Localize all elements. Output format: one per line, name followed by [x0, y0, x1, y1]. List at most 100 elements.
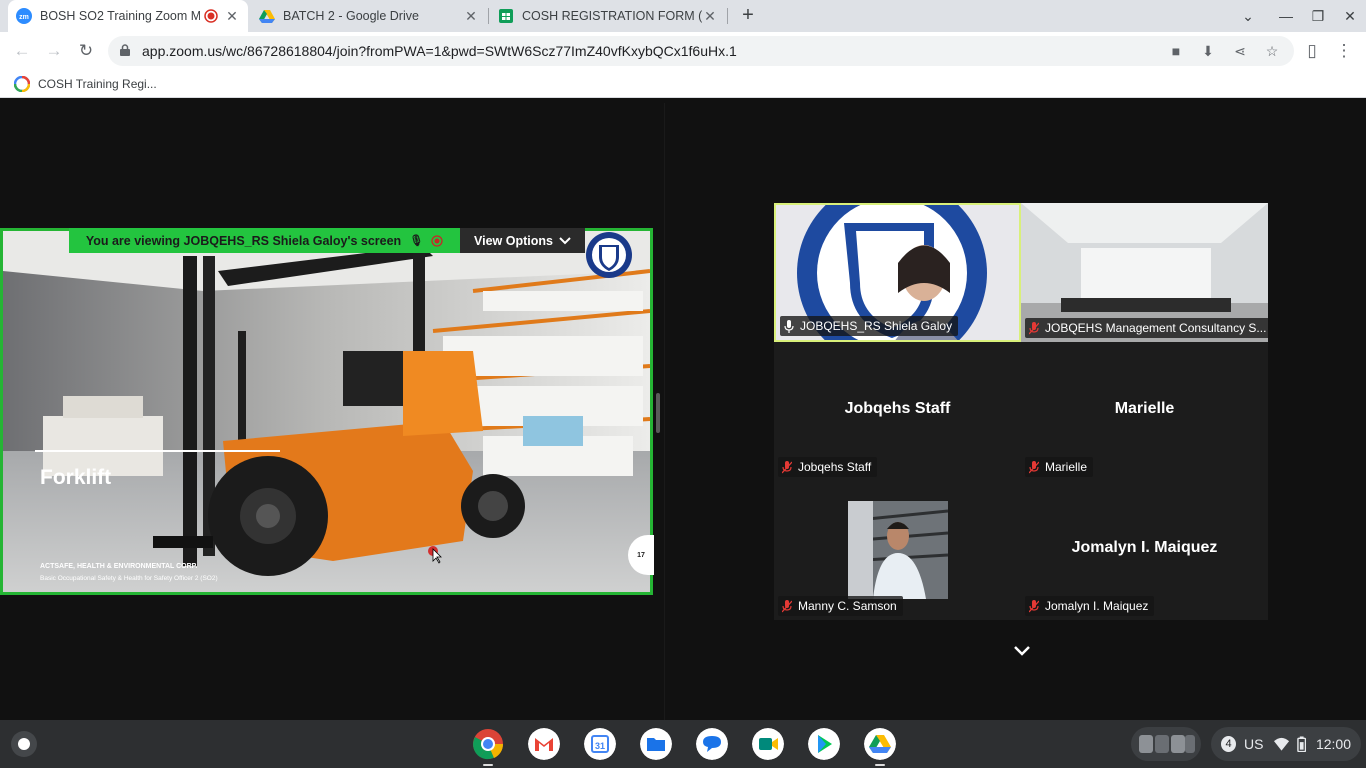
address-bar[interactable]: app.zoom.us/wc/86728618804/join?fromPWA=… — [108, 36, 1294, 66]
chrome-icon[interactable] — [472, 728, 504, 760]
slide-course: Basic Occupational Safety & Health for S… — [40, 575, 218, 582]
tab-title: COSH REGISTRATION FORM (Res — [522, 9, 702, 23]
participant-video — [848, 501, 948, 599]
clock: 12:00 — [1315, 736, 1351, 752]
share-icon[interactable]: ⋖ — [1232, 43, 1248, 59]
chevron-down-icon — [559, 236, 571, 244]
zoom-icon: zm — [16, 8, 32, 24]
lock-icon — [120, 44, 130, 56]
google-forms-icon — [14, 76, 30, 92]
running-indicator — [875, 764, 885, 766]
close-tab-icon[interactable]: ✕ — [463, 8, 479, 25]
status-tray[interactable]: 4 US 12:00 — [1211, 727, 1361, 761]
chevron-down-icon[interactable] — [1012, 641, 1032, 661]
new-tab-button[interactable]: + — [738, 5, 758, 25]
tab-zoom[interactable]: zm BOSH SO2 Training Zoom M ✕ — [8, 0, 248, 32]
pane-resize-handle[interactable] — [656, 393, 660, 433]
participant-tile[interactable]: Marielle Marielle — [1021, 342, 1268, 481]
tab-title: BATCH 2 - Google Drive — [283, 9, 419, 23]
back-icon[interactable]: ← — [12, 41, 32, 61]
wifi-icon — [1273, 737, 1289, 751]
recording-indicator-icon — [431, 234, 443, 247]
launcher-icon[interactable] — [11, 731, 37, 757]
restore-icon[interactable]: ❐ — [1308, 6, 1328, 26]
google-drive-icon — [259, 10, 275, 23]
tab-strip: zm BOSH SO2 Training Zoom M ✕ BATCH 2 - … — [0, 0, 1366, 32]
close-tab-icon[interactable]: ✕ — [702, 8, 718, 25]
files-icon[interactable] — [640, 728, 672, 760]
mouse-cursor-icon — [428, 546, 442, 564]
participant-name-label: Manny C. Samson — [778, 596, 903, 616]
recording-icon — [204, 9, 218, 23]
tab-search-icon[interactable]: ⌄ — [1238, 6, 1258, 26]
camera-icon[interactable]: ■ — [1168, 43, 1184, 59]
company-seal-logo — [586, 232, 632, 278]
tab-drive[interactable]: BATCH 2 - Google Drive ✕ — [251, 0, 487, 32]
tab-separator — [727, 8, 728, 24]
holding-space-tray[interactable] — [1131, 727, 1201, 761]
forward-icon[interactable]: → — [44, 41, 64, 61]
participant-name: Marielle — [1045, 460, 1088, 474]
minimize-icon[interactable]: — — [1276, 6, 1296, 26]
participant-tile[interactable]: Manny C. Samson — [774, 481, 1021, 620]
bookmarks-bar: COSH Training Regi... — [0, 70, 1366, 98]
close-tab-icon[interactable]: ✕ — [224, 8, 240, 25]
participant-name: JOBQEHS_RS Shiela Galoy — [800, 319, 953, 333]
muted-mic-icon — [1029, 599, 1039, 612]
participant-display-name: Jobqehs Staff — [844, 400, 951, 417]
viewing-banner-text: You are viewing JOBQEHS_RS Shiela Galoy'… — [85, 233, 402, 248]
tab-registration-form[interactable]: COSH REGISTRATION FORM (Res ✕ — [490, 0, 726, 32]
holding-space-thumbnails — [1139, 735, 1195, 753]
slide-title: Forklift — [40, 466, 112, 489]
participant-name-label: Jomalyn I. Maiquez — [1025, 596, 1155, 616]
google-meet-icon[interactable] — [752, 728, 784, 760]
browser-toolbar: ← → ↻ app.zoom.us/wc/86728618804/join?fr… — [0, 32, 1366, 70]
menu-icon[interactable]: ⋮ — [1334, 41, 1354, 61]
speaking-mic-icon — [784, 319, 794, 333]
muted-mic-icon — [1029, 321, 1039, 334]
participant-tile[interactable]: JOBQEHS Management Consultancy S... — [1021, 203, 1268, 342]
slide-company: ACTSAFE, HEALTH & ENVIRONMENTAL CORP. — [40, 563, 198, 570]
tab-title: BOSH SO2 Training Zoom M — [40, 9, 200, 23]
viewing-screen-banner: You are viewing JOBQEHS_RS Shiela Galoy'… — [69, 228, 460, 253]
google-drive-icon[interactable] — [864, 728, 896, 760]
shared-screen-pane: Forklift ACTSAFE, HEALTH & ENVIRONMENTAL… — [0, 103, 664, 720]
tab-separator — [488, 8, 489, 24]
participant-name-label: JOBQEHS Management Consultancy S... — [1025, 318, 1268, 338]
shared-screen — [0, 228, 653, 595]
zoom-meeting: Forklift ACTSAFE, HEALTH & ENVIRONMENTAL… — [0, 103, 1366, 720]
participant-name: Jomalyn I. Maiquez — [1045, 599, 1149, 613]
participant-tile[interactable]: JOBQEHS_RS Shiela Galoy — [774, 203, 1021, 342]
google-sheets-icon — [499, 9, 513, 23]
side-panel-icon[interactable]: ▯ — [1302, 41, 1322, 61]
gallery-pane: JOBQEHS_RS Shiela Galoy JOBQEHS Manageme… — [665, 103, 1366, 720]
participant-gallery: JOBQEHS_RS Shiela Galoy JOBQEHS Manageme… — [774, 203, 1268, 620]
participant-display-name: Marielle — [1114, 400, 1175, 417]
participant-display-name: Jomalyn I. Maiquez — [1071, 539, 1218, 556]
svg-text:31: 31 — [595, 741, 605, 751]
participant-name-label: JOBQEHS_RS Shiela Galoy — [780, 316, 959, 336]
view-options-button[interactable]: View Options — [460, 228, 585, 253]
participant-name: JOBQEHS Management Consultancy S... — [1045, 321, 1267, 335]
os-shelf: 31 4 US 12:00 — [0, 720, 1366, 768]
battery-icon — [1296, 736, 1306, 752]
keyboard-layout: US — [1244, 736, 1264, 752]
view-options-label: View Options — [474, 233, 553, 248]
participant-name-label: Marielle — [1025, 457, 1094, 477]
muted-mic-icon — [782, 460, 792, 473]
participant-tile[interactable]: Jobqehs Staff Jobqehs Staff — [774, 342, 1021, 481]
muted-mic-icon — [782, 599, 792, 612]
bookmark-label: COSH Training Regi... — [38, 77, 157, 91]
participant-tile[interactable]: Jomalyn I. Maiquez Jomalyn I. Maiquez — [1021, 481, 1268, 620]
bookmark-cosh-training[interactable]: COSH Training Regi... — [14, 76, 157, 92]
bookmark-star-icon[interactable]: ☆ — [1264, 43, 1280, 59]
install-app-icon[interactable]: ⬇ — [1200, 43, 1216, 59]
participant-name-label: Jobqehs Staff — [778, 457, 878, 477]
url-text: app.zoom.us/wc/86728618804/join?fromPWA=… — [142, 43, 737, 59]
reload-icon[interactable]: ↻ — [76, 41, 96, 61]
close-window-icon[interactable]: ✕ — [1340, 6, 1360, 26]
messages-icon[interactable] — [696, 728, 728, 760]
calendar-icon[interactable]: 31 — [584, 728, 616, 760]
play-store-icon[interactable] — [808, 728, 840, 760]
gmail-icon[interactable] — [528, 728, 560, 760]
